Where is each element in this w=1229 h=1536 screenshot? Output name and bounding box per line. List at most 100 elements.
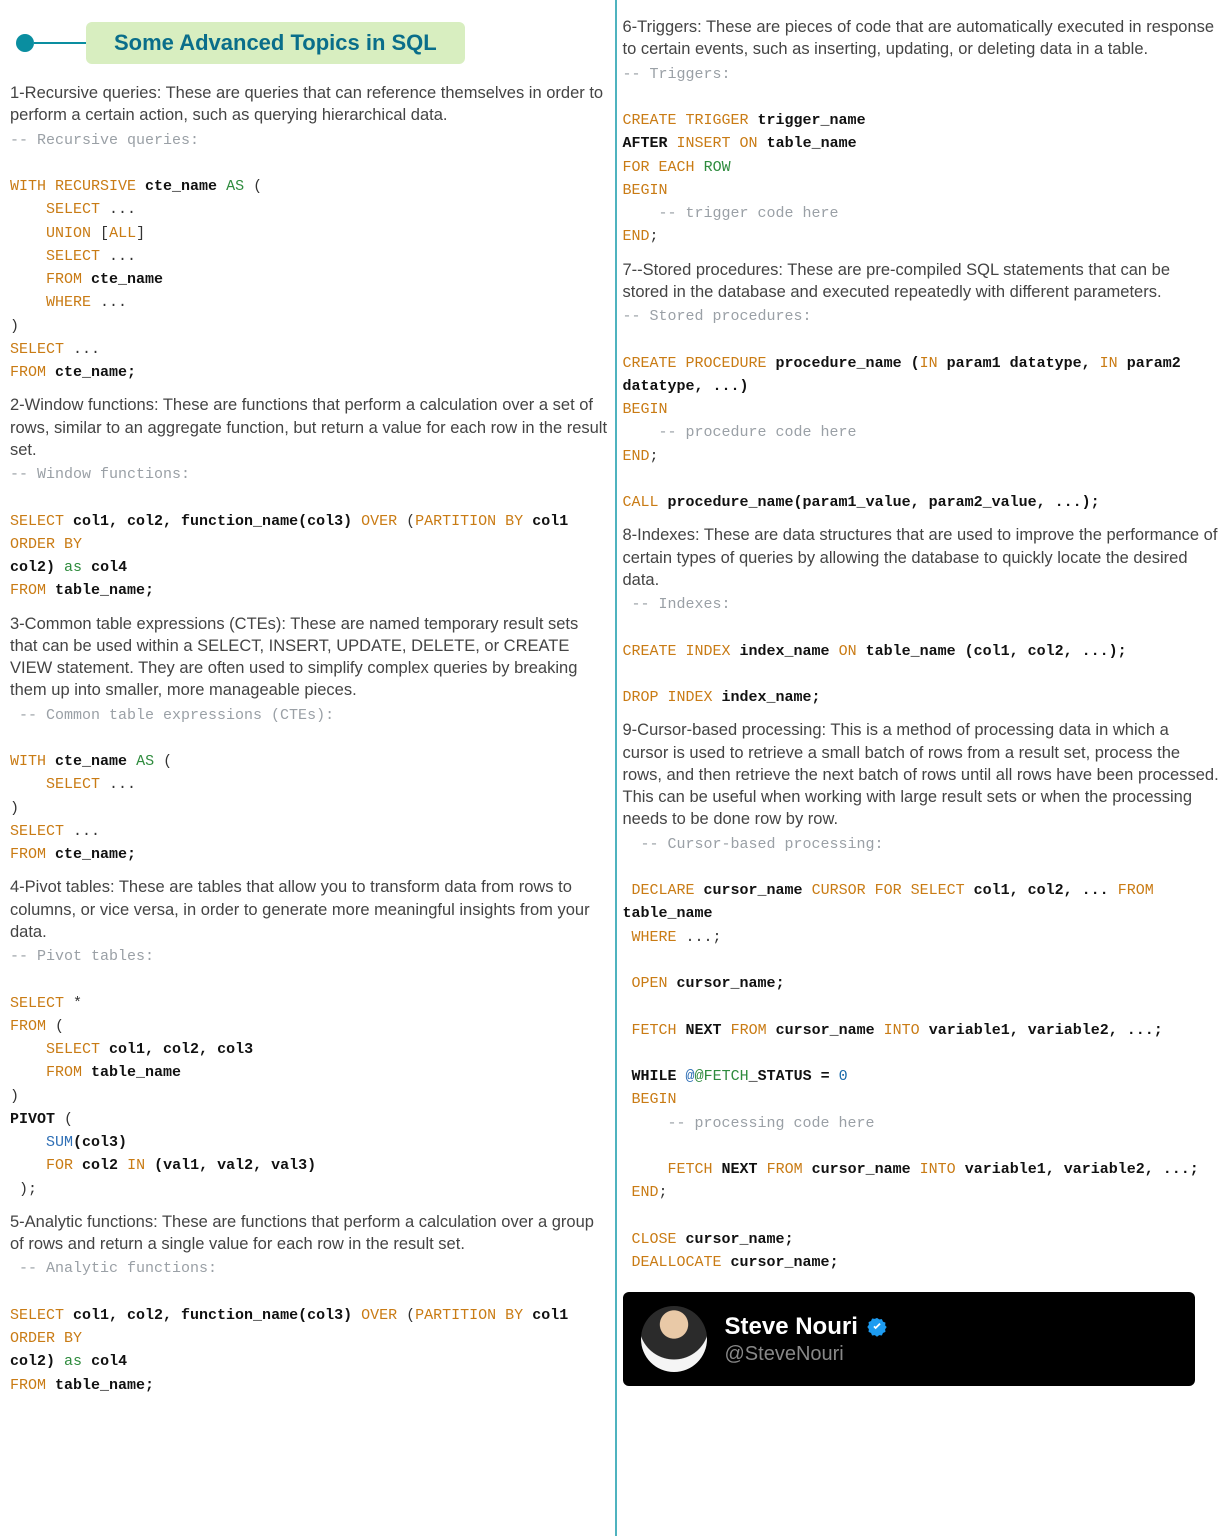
code-kw: CLOSE: [632, 1231, 677, 1248]
section-2-code: -- Window functions: SELECT col1, col2, …: [10, 463, 609, 603]
code-kw: WITH: [10, 753, 46, 770]
code-kw: CREATE INDEX: [623, 643, 731, 660]
section-8-code: -- Indexes: CREATE INDEX index_name ON t…: [623, 593, 1220, 709]
code-kw: FOR: [623, 159, 650, 176]
code-kw: ORDER BY: [10, 1330, 82, 1347]
code-kw: FROM: [767, 1161, 803, 1178]
title-row: Some Advanced Topics in SQL: [16, 22, 609, 64]
code-id: (val1, val2, val3): [154, 1157, 316, 1174]
code-kw: SELECT: [46, 248, 100, 265]
code-id: col1, col2, function_name(col3): [73, 513, 352, 530]
code-kw: FOR: [46, 1157, 73, 1174]
code-comment: -- trigger code here: [623, 205, 839, 222]
code-fn: SUM: [46, 1134, 73, 1151]
code-id: variable1, variable2, ...;: [929, 1022, 1163, 1039]
code-kw: SELECT: [10, 823, 64, 840]
right-column: 6-Triggers: These are pieces of code tha…: [615, 0, 1229, 1536]
code-kw: as: [64, 1353, 82, 1370]
code-pn: ...: [73, 341, 100, 358]
code-id: cte_name;: [55, 364, 136, 381]
code-id: cte_name: [55, 753, 127, 770]
code-kw: ORDER BY: [10, 536, 82, 553]
code-comment: -- Analytic functions:: [10, 1260, 217, 1277]
section-9-code: -- Cursor-based processing: DECLARE curs…: [623, 833, 1220, 1275]
code-id: col1, col2, col3: [109, 1041, 253, 1058]
code-id: table_name;: [55, 1377, 154, 1394]
code-id: cte_name;: [55, 846, 136, 863]
section-4-code: -- Pivot tables: SELECT * FROM ( SELECT …: [10, 945, 609, 1201]
code-id: col4: [91, 1353, 127, 1370]
code-kw: FROM: [10, 364, 46, 381]
page-title: Some Advanced Topics in SQL: [86, 22, 465, 64]
code-pn: ...: [100, 294, 127, 311]
author-card: Steve Nouri @SteveNouri: [623, 1292, 1196, 1386]
code-id: col2): [10, 1353, 55, 1370]
code-kw: FETCH: [632, 1022, 677, 1039]
section-1-code: -- Recursive queries: WITH RECURSIVE cte…: [10, 129, 609, 385]
code-id: table_name: [91, 1064, 181, 1081]
code-pn: (: [406, 513, 415, 530]
code-id: col1: [532, 1307, 568, 1324]
code-pn: ...;: [686, 929, 722, 946]
code-kw: FROM: [10, 846, 46, 863]
code-comment: -- processing code here: [632, 1115, 875, 1132]
author-name: Steve Nouri: [725, 1313, 858, 1341]
code-pn: (: [64, 1111, 73, 1128]
code-pn: (: [406, 1307, 415, 1324]
author-name-row: Steve Nouri: [725, 1313, 888, 1341]
code-kw: CURSOR FOR SELECT: [812, 882, 965, 899]
code-kw: WHERE: [46, 294, 91, 311]
code-kw: FROM: [46, 1064, 82, 1081]
code-kw: PARTITION BY: [415, 513, 523, 530]
code-id: procedure_name (: [776, 355, 920, 372]
code-kw: EACH: [659, 159, 695, 176]
code-comment: -- Triggers:: [623, 66, 731, 83]
code-pn: (: [253, 178, 262, 195]
code-kw: SELECT: [10, 1307, 64, 1324]
code-kw: FETCH: [668, 1161, 713, 1178]
code-id: variable1, variable2, ...;: [965, 1161, 1199, 1178]
page-root: Some Advanced Topics in SQL 1-Recursive …: [0, 0, 1229, 1536]
code-id: datatype, ...): [623, 378, 749, 395]
code-pn: [: [100, 225, 109, 242]
section-7-desc: 7--Stored procedures: These are pre-comp…: [623, 259, 1220, 304]
code-comment: -- Common table expressions (CTEs):: [10, 707, 334, 724]
code-id: table_name: [767, 135, 857, 152]
code-id: col4: [91, 559, 127, 576]
code-comment: -- Window functions:: [10, 466, 190, 483]
section-6-desc: 6-Triggers: These are pieces of code tha…: [623, 16, 1220, 61]
code-kw: OVER: [361, 513, 397, 530]
code-id: param1 datatype,: [947, 355, 1091, 372]
code-kw: SELECT: [46, 776, 100, 793]
code-kw: BEGIN: [623, 401, 668, 418]
code-kw: @FETCH: [695, 1068, 749, 1085]
code-id: procedure_name(param1_value, param2_valu…: [668, 494, 1100, 511]
code-kw: PARTITION BY: [415, 1307, 523, 1324]
code-id: PIVOT: [10, 1111, 55, 1128]
code-pn: ...: [109, 776, 136, 793]
code-kw: OPEN: [632, 975, 668, 992]
code-kw: INTO: [920, 1161, 956, 1178]
code-kw: IN: [127, 1157, 145, 1174]
code-pn: ]: [136, 225, 145, 242]
code-id: WHILE: [632, 1068, 677, 1085]
code-kw: as: [64, 559, 82, 576]
code-kw: ON: [839, 643, 857, 660]
code-kw: CREATE PROCEDURE: [623, 355, 767, 372]
code-pn: ...: [109, 201, 136, 218]
code-id: col1, col2, ...: [974, 882, 1109, 899]
code-kw: ROW: [704, 159, 731, 176]
code-kw: SELECT: [10, 513, 64, 530]
code-comment: -- procedure code here: [623, 424, 857, 441]
code-kw: BEGIN: [623, 182, 668, 199]
code-pn: ): [10, 800, 19, 817]
code-kw: FROM: [1118, 882, 1154, 899]
code-kw: BEGIN: [632, 1091, 677, 1108]
code-comment: -- Recursive queries:: [10, 132, 199, 149]
section-3-code: -- Common table expressions (CTEs): WITH…: [10, 704, 609, 867]
code-kw: FROM: [10, 582, 46, 599]
code-pn: (: [163, 753, 172, 770]
section-6-code: -- Triggers: CREATE TRIGGER trigger_name…: [623, 63, 1220, 249]
code-id: NEXT: [722, 1161, 758, 1178]
code-kw: AS: [226, 178, 244, 195]
